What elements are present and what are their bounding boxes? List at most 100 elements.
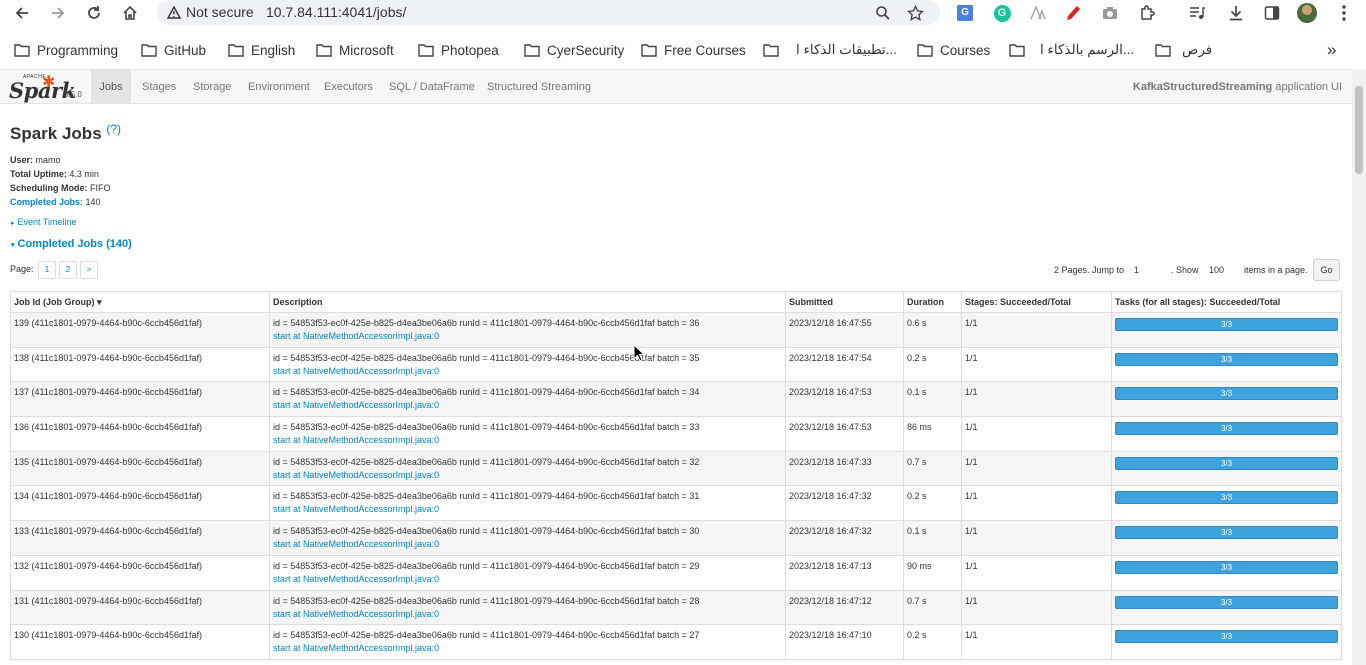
job-link[interactable]: start at NativeMethodAccessorImpl.java:0 [273, 642, 782, 655]
bookmark-opportunities[interactable]: فرص [1155, 40, 1212, 60]
job-description: id = 54853f53-ec0f-425e-b825-d4ea3be06a6… [273, 456, 700, 467]
extensions-icon[interactable] [1136, 2, 1158, 24]
job-id-cell[interactable]: 132 (411c1801-0979-4464-b90c-6ccb456d1fa… [10, 554, 270, 591]
media-queue-icon[interactable] [1186, 2, 1208, 24]
page-1-button[interactable]: 1 [38, 261, 56, 279]
bookmark-ai-apps[interactable]: تطبيقات الذكاء ا... [763, 40, 897, 60]
stages-cell: 1/1 [961, 520, 1112, 556]
table-row: 139 (411c1801-0979-4464-b90c-6ccb456d1fa… [10, 312, 1342, 348]
completed-count: 140 [85, 197, 101, 207]
profile-avatar[interactable] [1296, 2, 1318, 24]
bookmark-cyersecurity[interactable]: CyerSecurity [524, 40, 624, 60]
job-id-cell[interactable]: 139 (411c1801-0979-4464-b90c-6ccb456d1fa… [10, 312, 270, 348]
bookmark-photopea[interactable]: Photopea [418, 40, 499, 60]
job-id-cell[interactable]: 136 (411c1801-0979-4464-b90c-6ccb456d1fa… [10, 416, 270, 452]
tab-structured-streaming[interactable]: Structured Streaming [477, 70, 601, 104]
job-id-cell[interactable]: 134 (411c1801-0979-4464-b90c-6ccb456d1fa… [10, 485, 270, 522]
job-description: id = 54853f53-ec0f-425e-b825-d4ea3be06a6… [273, 422, 700, 433]
show-text: . Show [1171, 265, 1199, 275]
job-id-cell[interactable]: 135 (411c1801-0979-4464-b90c-6ccb456d1fa… [10, 450, 270, 487]
caret-right-icon: ▸ [11, 220, 15, 227]
tasks-cell: 3/3 [1111, 450, 1342, 487]
event-timeline-toggle[interactable]: ▸ Event Timeline [11, 217, 77, 227]
home-icon[interactable] [118, 1, 142, 25]
job-link[interactable]: start at NativeMethodAccessorImpl.java:0 [273, 538, 782, 551]
bookmark-github[interactable]: GitHub [141, 40, 206, 60]
tab-stages[interactable]: Stages [132, 70, 186, 104]
folder-icon [141, 44, 157, 57]
more-bookmarks-icon[interactable]: » [1327, 40, 1336, 60]
bookmark-programming[interactable]: Programming [14, 40, 118, 60]
duration-cell: 0.2 s [903, 346, 962, 383]
go-button[interactable]: Go [1313, 259, 1340, 281]
tab-jobs[interactable]: Jobs [91, 70, 131, 104]
address-bar[interactable]: Not secure 10.7.84.111:4041/jobs/ [157, 0, 940, 25]
page-size-input[interactable] [1209, 262, 1241, 277]
job-link[interactable]: start at NativeMethodAccessorImpl.java:0 [273, 503, 782, 516]
scrollbar-thumb[interactable] [1355, 86, 1363, 174]
job-description: id = 54853f53-ec0f-425e-b825-d4ea3be06a6… [273, 560, 700, 571]
page-scrollbar[interactable] [1352, 69, 1366, 665]
job-description: id = 54853f53-ec0f-425e-b825-d4ea3be06a6… [273, 526, 700, 537]
reload-icon[interactable] [82, 1, 106, 25]
folder-icon [418, 44, 434, 57]
completed-jobs-link[interactable]: Completed Jobs: [10, 197, 83, 207]
spark-logo[interactable]: APACHE Spark ✱ 3.5.0 [9, 72, 89, 103]
header-stages[interactable]: Stages: Succeeded/Total [961, 291, 1112, 313]
help-link[interactable]: (?) [106, 122, 121, 136]
security-indicator[interactable]: Not secure [167, 4, 254, 20]
submitted-cell: 2023/12/18 16:47:32 [785, 520, 904, 556]
tab-sql-dataframe[interactable]: SQL / DataFrame [379, 70, 485, 104]
job-link[interactable]: start at NativeMethodAccessorImpl.java:0 [273, 469, 782, 482]
bookmark-microsoft[interactable]: Microsoft [316, 40, 394, 60]
header-submitted[interactable]: Submitted [785, 291, 904, 313]
duration-cell: 0.7 s [903, 589, 962, 626]
forward-icon[interactable] [46, 1, 70, 25]
translate-extension-icon[interactable]: G [954, 2, 976, 24]
font-extension-icon[interactable] [1027, 2, 1049, 24]
bookmark-english[interactable]: English [228, 40, 295, 60]
description-cell: id = 54853f53-ec0f-425e-b825-d4ea3be06a6… [269, 381, 786, 418]
job-link[interactable]: start at NativeMethodAccessorImpl.java:0 [273, 608, 782, 621]
camera-extension-icon[interactable] [1099, 2, 1121, 24]
job-id-cell[interactable]: 138 (411c1801-0979-4464-b90c-6ccb456d1fa… [10, 346, 270, 383]
job-id-cell[interactable]: 131 (411c1801-0979-4464-b90c-6ccb456d1fa… [10, 589, 270, 626]
completed-jobs-toggle[interactable]: ▾ Completed Jobs (140) [11, 238, 132, 250]
job-id-cell[interactable]: 137 (411c1801-0979-4464-b90c-6ccb456d1fa… [10, 381, 270, 418]
menu-kebab-icon[interactable] [1333, 2, 1355, 24]
side-panel-icon[interactable] [1261, 2, 1283, 24]
bookmark-star-icon[interactable] [905, 3, 925, 23]
url-text[interactable]: 10.7.84.111:4041/jobs/ [266, 4, 406, 20]
bookmark-ai-drawing[interactable]: الرسم بالذكاء ا... [1009, 40, 1134, 60]
job-link[interactable]: start at NativeMethodAccessorImpl.java:0 [273, 573, 782, 586]
page-title: Spark Jobs (?) [10, 122, 122, 143]
job-id-cell[interactable]: 133 (411c1801-0979-4464-b90c-6ccb456d1fa… [10, 520, 270, 556]
back-icon[interactable] [10, 1, 34, 25]
job-id-cell[interactable]: 130 (411c1801-0979-4464-b90c-6ccb456d1fa… [10, 624, 270, 660]
grammarly-extension-icon[interactable]: G [991, 2, 1013, 24]
jump-to-page-input[interactable] [1134, 262, 1164, 277]
header-description[interactable]: Description [269, 291, 786, 313]
pen-extension-icon[interactable] [1063, 2, 1085, 24]
job-link[interactable]: start at NativeMethodAccessorImpl.java:0 [273, 399, 782, 412]
download-icon[interactable] [1225, 2, 1247, 24]
header-job-id[interactable]: Job Id (Job Group) ▾ [10, 291, 270, 313]
zoom-icon[interactable] [873, 3, 893, 23]
header-duration[interactable]: Duration [903, 291, 962, 313]
header-tasks[interactable]: Tasks (for all stages): Succeeded/Total [1111, 291, 1342, 313]
job-link[interactable]: start at NativeMethodAccessorImpl.java:0 [273, 434, 782, 447]
tab-environment[interactable]: Environment [238, 70, 320, 104]
job-description: id = 54853f53-ec0f-425e-b825-d4ea3be06a6… [273, 352, 700, 363]
bookmark-free-courses[interactable]: Free Courses [641, 40, 746, 60]
bookmark-courses[interactable]: Courses [917, 40, 990, 60]
table-header-row: Job Id (Job Group) ▾ Description Submitt… [10, 291, 1342, 313]
tasks-progress-bar: 3/3 [1115, 491, 1338, 505]
pager-label: Page: [10, 264, 34, 274]
next-page-button[interactable]: > [80, 261, 98, 279]
job-link[interactable]: start at NativeMethodAccessorImpl.java:0 [273, 330, 782, 343]
table-row: 130 (411c1801-0979-4464-b90c-6ccb456d1fa… [10, 624, 1342, 660]
tab-storage[interactable]: Storage [183, 70, 242, 104]
page-2-button[interactable]: 2 [59, 261, 77, 279]
tab-executors[interactable]: Executors [314, 70, 383, 104]
job-link[interactable]: start at NativeMethodAccessorImpl.java:0 [273, 365, 782, 378]
